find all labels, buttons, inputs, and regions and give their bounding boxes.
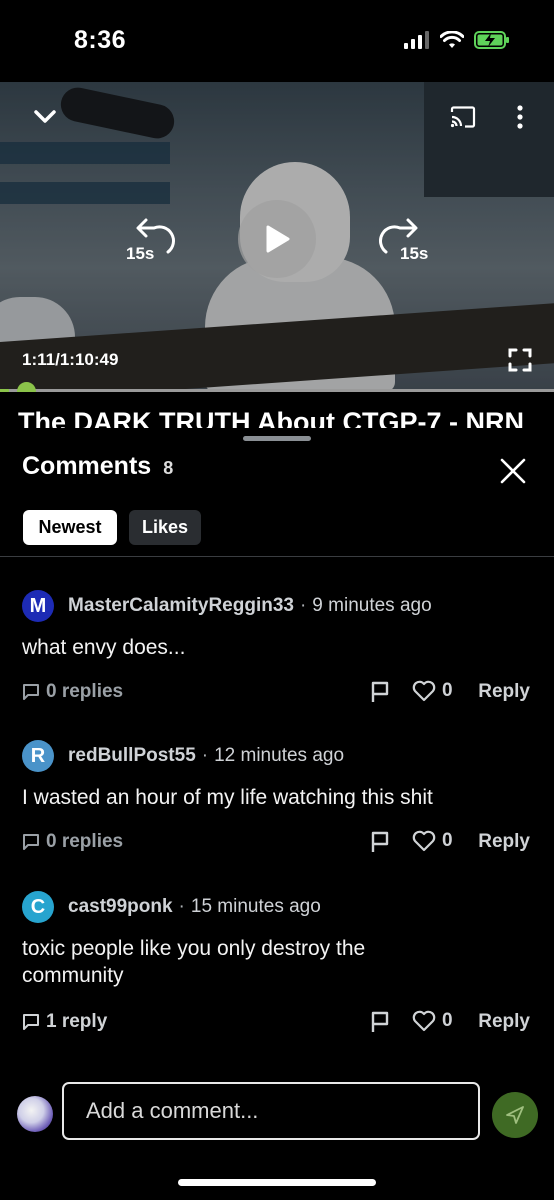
flag-button[interactable] <box>370 680 390 709</box>
play-icon <box>266 225 290 253</box>
divider <box>0 556 554 557</box>
heart-icon <box>412 1010 436 1032</box>
comment-username[interactable]: cast99ponk <box>68 896 173 918</box>
comment-username[interactable]: redBullPost55 <box>68 745 196 767</box>
sort-tab-likes[interactable]: Likes <box>129 510 201 545</box>
cellular-signal-icon <box>404 31 429 49</box>
playback-time: 1:11/1:10:49 <box>22 350 118 370</box>
like-count: 0 <box>442 830 453 851</box>
flag-icon <box>371 1011 389 1032</box>
like-button[interactable]: 0 <box>412 1010 453 1032</box>
comment-text: what envy does... <box>22 636 186 659</box>
comment-bubble-icon <box>23 834 39 850</box>
user-avatar[interactable] <box>17 1096 53 1132</box>
reply-button[interactable]: Reply <box>478 681 530 703</box>
skip-forward-label: 15s <box>400 244 429 263</box>
heart-icon <box>412 680 436 702</box>
comments-title: Comments <box>22 452 152 480</box>
like-count: 0 <box>442 1010 453 1031</box>
separator-dot: · <box>178 896 185 917</box>
fullscreen-icon <box>508 348 532 372</box>
avatar[interactable]: M <box>22 590 54 622</box>
status-time: 8:36 <box>74 26 127 54</box>
status-icons <box>404 30 510 50</box>
replies-button[interactable]: 0 replies <box>22 681 123 703</box>
progress-bar[interactable] <box>0 382 554 392</box>
reply-button[interactable]: Reply <box>478 831 530 853</box>
comment-item: C cast99ponk · 15 minutes ago toxic peop… <box>22 891 532 1039</box>
comment-text: I wasted an hour of my life watching thi… <box>22 786 433 809</box>
comment-item: M MasterCalamityReggin33 · 9 minutes ago… <box>22 590 532 709</box>
replies-count: 0 replies <box>46 831 124 852</box>
comments-count: 8 <box>163 458 174 478</box>
flag-button[interactable] <box>370 830 390 859</box>
replies-count: 1 reply <box>46 1011 108 1032</box>
send-icon <box>506 1106 524 1124</box>
current-time: 1:11 <box>22 350 56 369</box>
avatar[interactable]: C <box>22 891 54 923</box>
comment-timestamp: 12 minutes ago <box>214 745 345 766</box>
comment-composer <box>0 1064 554 1160</box>
more-vertical-icon <box>517 105 523 129</box>
battery-charging-icon <box>474 31 509 49</box>
send-button[interactable] <box>492 1092 538 1138</box>
video-title: The DARK TRUTH About CTGP-7 - NRN <box>18 407 524 428</box>
video-player[interactable]: 15s 15s 1:11/1:10:49 <box>0 82 554 392</box>
collapse-button[interactable] <box>30 102 60 132</box>
comment-bubble-icon <box>23 684 39 700</box>
more-options-button[interactable] <box>506 102 534 132</box>
chevron-down-icon <box>34 110 56 123</box>
comment-actions: 0 replies 0 Reply <box>22 829 532 859</box>
like-button[interactable]: 0 <box>412 680 453 702</box>
comment-header: R redBullPost55 · 12 minutes ago <box>22 740 532 772</box>
like-count: 0 <box>442 680 453 701</box>
progress-fill <box>0 389 10 392</box>
replies-button[interactable]: 0 replies <box>22 831 123 853</box>
comments-header: Comments 8 <box>22 452 173 481</box>
comment-header: C cast99ponk · 15 minutes ago <box>22 891 532 923</box>
comment-timestamp: 15 minutes ago <box>190 896 321 917</box>
flag-button[interactable] <box>370 1010 390 1039</box>
reply-button[interactable]: Reply <box>478 1011 530 1033</box>
sort-tab-newest[interactable]: Newest <box>23 510 117 545</box>
replies-count: 0 replies <box>46 681 124 702</box>
comment-timestamp: 9 minutes ago <box>312 595 432 616</box>
flag-icon <box>371 681 389 702</box>
heart-icon <box>412 830 436 852</box>
comment-username[interactable]: MasterCalamityReggin33 <box>68 595 294 617</box>
replies-button[interactable]: 1 reply <box>22 1011 107 1033</box>
close-comments-button[interactable] <box>498 456 528 486</box>
comment-actions: 0 replies 0 Reply <box>22 679 532 709</box>
comment-item: R redBullPost55 · 12 minutes ago I waste… <box>22 740 532 859</box>
fullscreen-button[interactable] <box>506 346 534 374</box>
skip-forward-button[interactable]: 15s <box>376 216 436 266</box>
home-indicator <box>178 1179 376 1186</box>
skip-back-label: 15s <box>126 244 155 263</box>
avatar[interactable]: R <box>22 740 54 772</box>
comment-actions: 1 reply 0 Reply <box>22 1009 532 1039</box>
separator-dot: · <box>299 595 307 616</box>
wifi-icon <box>440 31 464 48</box>
comment-header: M MasterCalamityReggin33 · 9 minutes ago <box>22 590 532 622</box>
skip-back-button[interactable]: 15s <box>122 216 178 266</box>
like-button[interactable]: 0 <box>412 830 453 852</box>
comment-text: toxic people like you only destroy the c… <box>22 937 366 987</box>
duration: 1:10:49 <box>59 350 119 369</box>
flag-icon <box>371 831 389 852</box>
play-button[interactable] <box>238 200 316 278</box>
status-bar: 8:36 <box>0 0 554 82</box>
cast-button[interactable] <box>448 102 478 132</box>
comment-bubble-icon <box>23 1014 39 1030</box>
cast-icon <box>450 106 476 128</box>
separator-dot: · <box>201 745 209 766</box>
sheet-drag-handle[interactable] <box>243 436 311 441</box>
comment-input[interactable] <box>62 1082 480 1140</box>
close-icon <box>500 458 526 484</box>
